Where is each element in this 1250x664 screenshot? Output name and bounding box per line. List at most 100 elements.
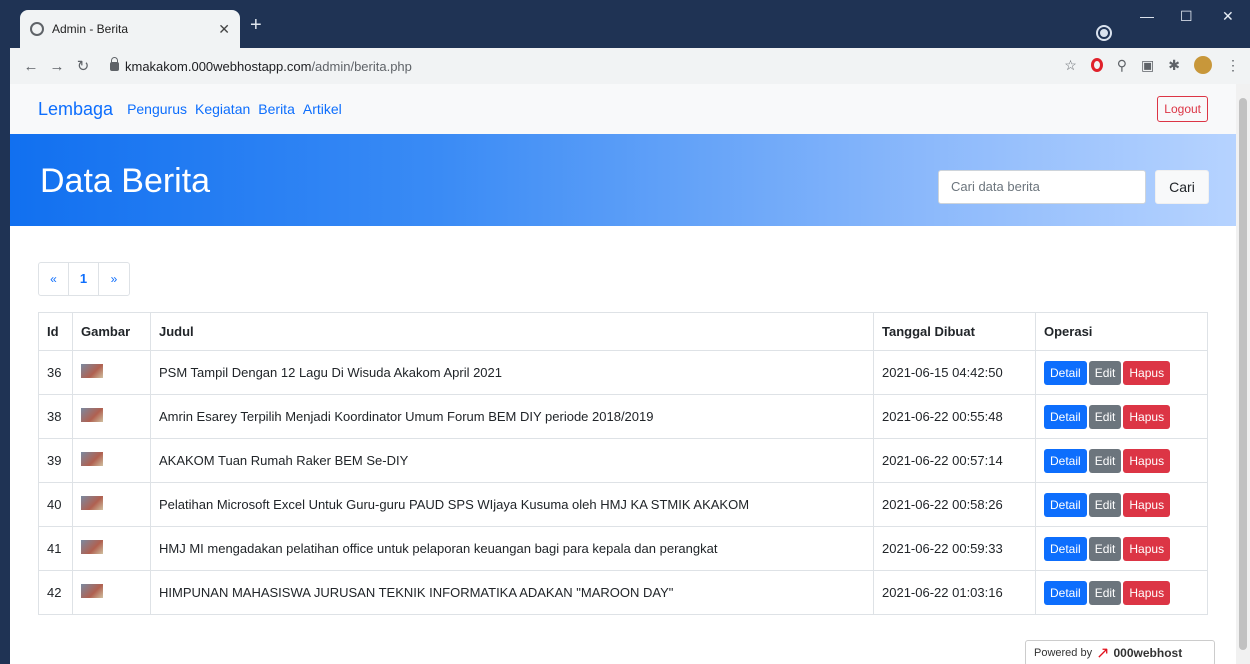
- thumbnail-image: [81, 452, 103, 466]
- nav-link-artikel[interactable]: Artikel: [303, 101, 342, 117]
- page-title: Data Berita: [40, 162, 211, 200]
- berita-table: Id Gambar Judul Tanggal Dibuat Operasi 3…: [38, 312, 1208, 615]
- powered-by-badge[interactable]: Powered by ↗ 000webhost: [1025, 640, 1215, 664]
- table-row: 40 Pelatihan Microsoft Excel Untuk Guru-g…: [38, 482, 1208, 527]
- opera-icon[interactable]: [1090, 58, 1103, 72]
- cell-id: 36: [38, 350, 73, 395]
- cell-judul: AKAKOM Tuan Rumah Raker BEM Se-DIY: [150, 438, 874, 483]
- navbar: Lembaga Pengurus Kegiatan Berita Artikel…: [10, 84, 1236, 134]
- table-row: 39 AKAKOM Tuan Rumah Raker BEM Se-DIY 2021…: [38, 438, 1208, 483]
- detail-button[interactable]: Detail: [1044, 536, 1087, 561]
- cell-tanggal: 2021-06-22 00:57:14: [873, 438, 1036, 483]
- url-path: /admin/berita.php: [311, 58, 412, 74]
- thumbnail-image: [81, 408, 103, 422]
- table-row: 38 Amrin Esarey Terpilih Menjadi Koordina…: [38, 394, 1208, 439]
- back-icon[interactable]: ←: [20, 58, 42, 75]
- cell-operasi: Detail Edit Hapus: [1035, 394, 1208, 439]
- cell-judul: HMJ MI mengadakan pelatihan office untuk…: [150, 526, 874, 571]
- close-icon[interactable]: ✕: [218, 21, 230, 38]
- powered-by-text: Powered by: [1034, 647, 1093, 659]
- table-row: 41 HMJ MI mengadakan pelatihan office unt…: [38, 526, 1208, 571]
- cell-id: 42: [38, 570, 73, 615]
- logout-button[interactable]: Logout: [1157, 96, 1208, 122]
- url-domain: kmakakom.000webhostapp.com: [125, 58, 312, 74]
- cell-judul: PSM Tampil Dengan 12 Lagu Di Wisuda Akak…: [150, 350, 874, 395]
- menu-icon[interactable]: ⋮: [1226, 57, 1240, 74]
- thumbnail-image: [81, 584, 103, 598]
- avatar[interactable]: [1194, 56, 1212, 74]
- hero-banner: Data Berita Cari data berita Cari: [10, 134, 1236, 226]
- extension-icon[interactable]: ⚲: [1117, 57, 1127, 74]
- cell-gambar: [72, 482, 151, 527]
- pagination-next[interactable]: »: [99, 263, 129, 295]
- table-header-row: Id Gambar Judul Tanggal Dibuat Operasi: [38, 312, 1208, 351]
- cell-tanggal: 2021-06-22 00:59:33: [873, 526, 1036, 571]
- hapus-button[interactable]: Hapus: [1123, 360, 1171, 385]
- detail-button[interactable]: Detail: [1044, 448, 1087, 473]
- detail-button[interactable]: Detail: [1044, 404, 1087, 429]
- edit-button[interactable]: Edit: [1088, 360, 1122, 385]
- reload-icon[interactable]: ↻: [72, 57, 94, 75]
- detail-button[interactable]: Detail: [1044, 492, 1087, 517]
- edit-button[interactable]: Edit: [1088, 404, 1122, 429]
- cell-operasi: Detail Edit Hapus: [1035, 438, 1208, 483]
- pagination-prev[interactable]: «: [39, 263, 69, 295]
- hapus-button[interactable]: Hapus: [1123, 404, 1171, 429]
- thumbnail-image: [81, 496, 103, 510]
- nav-link-kegiatan[interactable]: Kegiatan: [195, 101, 250, 117]
- cell-judul: Amrin Esarey Terpilih Menjadi Koordinato…: [150, 394, 874, 439]
- browser-frame: [0, 0, 10, 664]
- header-judul: Judul: [150, 312, 874, 351]
- cell-tanggal: 2021-06-22 00:55:48: [873, 394, 1036, 439]
- hapus-button[interactable]: Hapus: [1123, 580, 1171, 605]
- hapus-button[interactable]: Hapus: [1123, 448, 1171, 473]
- briefcase-icon[interactable]: ▣: [1141, 57, 1154, 74]
- thumbnail-image: [81, 364, 103, 378]
- detail-button[interactable]: Detail: [1044, 580, 1087, 605]
- cell-judul: HIMPUNAN MAHASISWA JURUSAN TEKNIK INFORM…: [150, 570, 874, 615]
- search-input[interactable]: Cari data berita: [938, 170, 1146, 204]
- scrollbar-thumb[interactable]: [1239, 98, 1247, 650]
- new-tab-icon[interactable]: +: [250, 14, 262, 37]
- nav-link-pengurus[interactable]: Pengurus: [127, 101, 187, 117]
- browser-tab[interactable]: Admin - Berita ✕: [20, 10, 240, 48]
- star-icon[interactable]: ☆: [1064, 57, 1077, 74]
- nav-link-berita[interactable]: Berita: [258, 101, 295, 117]
- navbar-brand[interactable]: Lembaga: [38, 99, 113, 120]
- puzzle-icon[interactable]: ✱: [1168, 57, 1180, 74]
- globe-icon: [30, 22, 44, 36]
- page-content: Lembaga Pengurus Kegiatan Berita Artikel…: [10, 84, 1236, 664]
- cell-tanggal: 2021-06-22 01:03:16: [873, 570, 1036, 615]
- cell-judul: Pelatihan Microsoft Excel Untuk Guru-gur…: [150, 482, 874, 527]
- cell-id: 41: [38, 526, 73, 571]
- pagination-current[interactable]: 1: [69, 263, 99, 295]
- maximize-icon[interactable]: ☐: [1180, 8, 1193, 25]
- cell-operasi: Detail Edit Hapus: [1035, 526, 1208, 571]
- address-bar[interactable]: kmakakom.000webhostapp.com/admin/berita.…: [125, 59, 412, 74]
- cell-id: 40: [38, 482, 73, 527]
- tab-title: Admin - Berita: [52, 22, 129, 36]
- pagination: « 1 »: [38, 262, 130, 296]
- search-button[interactable]: Cari: [1155, 170, 1209, 204]
- lock-icon: [110, 56, 119, 71]
- edit-button[interactable]: Edit: [1088, 580, 1122, 605]
- forward-icon[interactable]: →: [46, 58, 68, 75]
- cell-gambar: [72, 394, 151, 439]
- cell-tanggal: 2021-06-22 00:58:26: [873, 482, 1036, 527]
- header-id: Id: [38, 312, 73, 351]
- cell-tanggal: 2021-06-15 04:42:50: [873, 350, 1036, 395]
- edit-button[interactable]: Edit: [1088, 448, 1122, 473]
- profile-icon[interactable]: [1098, 27, 1110, 39]
- detail-button[interactable]: Detail: [1044, 360, 1087, 385]
- cell-operasi: Detail Edit Hapus: [1035, 350, 1208, 395]
- table-row: 36 PSM Tampil Dengan 12 Lagu Di Wisuda Ak…: [38, 350, 1208, 395]
- window-close-icon[interactable]: ✕: [1222, 8, 1234, 25]
- edit-button[interactable]: Edit: [1088, 492, 1122, 517]
- table-row: 42 HIMPUNAN MAHASISWA JURUSAN TEKNIK INFO…: [38, 570, 1208, 615]
- cell-gambar: [72, 438, 151, 483]
- host-name: 000webhost: [1113, 646, 1183, 660]
- hapus-button[interactable]: Hapus: [1123, 492, 1171, 517]
- edit-button[interactable]: Edit: [1088, 536, 1122, 561]
- hapus-button[interactable]: Hapus: [1123, 536, 1171, 561]
- minimize-icon[interactable]: —: [1140, 8, 1154, 24]
